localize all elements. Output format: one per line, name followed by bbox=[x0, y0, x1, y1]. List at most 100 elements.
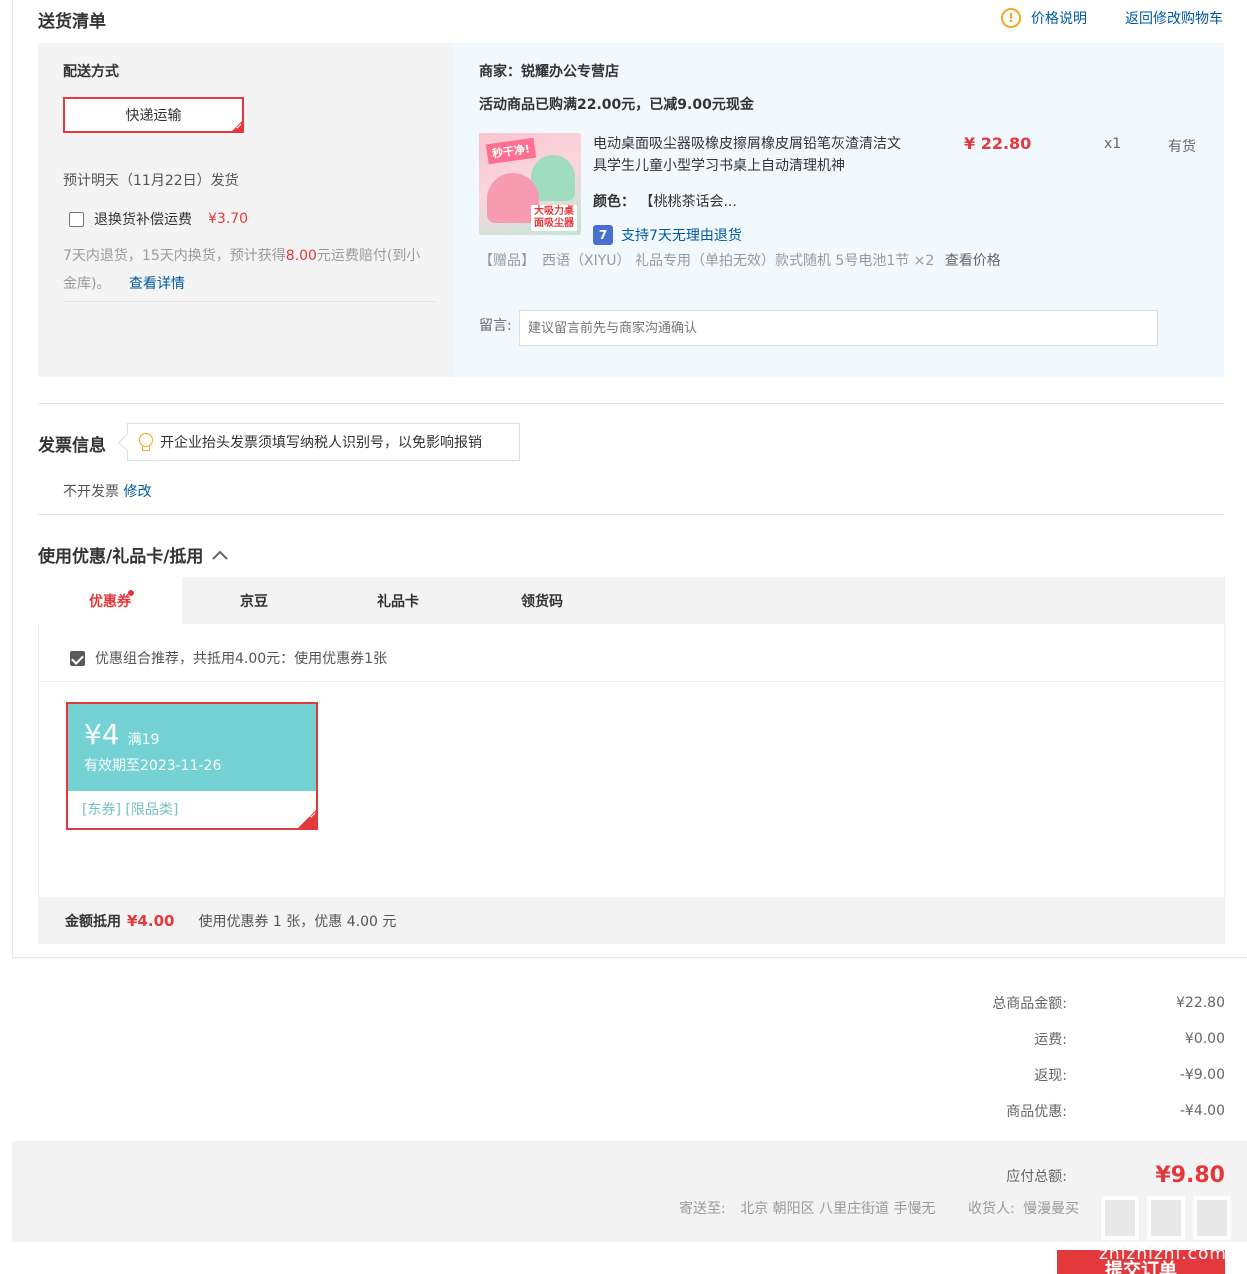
return-insurance-label: 退换货补偿运费 bbox=[94, 212, 192, 228]
total-row: 运费: ¥0.00 bbox=[905, 1021, 1225, 1057]
invoice-title: 发票信息 bbox=[38, 436, 106, 456]
new-dot-badge bbox=[128, 590, 134, 596]
selected-check-icon bbox=[296, 808, 318, 830]
coupons-title-row[interactable]: 使用优惠/礼品卡/抵用 bbox=[38, 542, 229, 567]
section-divider bbox=[38, 514, 1224, 515]
recommend-row: 优惠组合推荐，共抵用4.00元：使用优惠券1张 bbox=[70, 648, 387, 668]
tab-label: 优惠券 bbox=[89, 593, 131, 610]
amount-label: 金额抵用 bbox=[65, 913, 121, 930]
return-desc-text-2: 元运费赔付(到小 bbox=[316, 248, 421, 264]
coupon-condition: 满19 bbox=[127, 732, 160, 748]
invoice-tip-text: 开企业抬头发票须填写纳税人识别号，以免影响报销 bbox=[160, 435, 482, 451]
amount-value: ¥4.00 bbox=[127, 911, 175, 930]
seven-day-return-icon: 7 bbox=[593, 225, 613, 245]
pay-total-label: 应付总额: bbox=[1006, 1168, 1067, 1185]
coupon-card-top: ¥4 满19 有效期至2023-11-26 bbox=[68, 704, 316, 791]
tab-coupons[interactable]: 优惠券 bbox=[38, 577, 182, 624]
memo-input[interactable] bbox=[519, 310, 1158, 346]
total-value: ¥22.80 bbox=[1176, 995, 1225, 1011]
express-ship-label: 快递运输 bbox=[125, 108, 182, 124]
product-stock: 有货 bbox=[1168, 139, 1196, 155]
receiver-value: 慢漫曼买 bbox=[1023, 1201, 1080, 1217]
ship-to-label: 寄送至: bbox=[679, 1201, 726, 1217]
invoice-value-row: 不开发票 修改 bbox=[63, 481, 151, 501]
view-details-link[interactable]: 查看详情 bbox=[129, 276, 185, 292]
coupon-card[interactable]: ¥4 满19 有效期至2023-11-26 [东券] [限品类] bbox=[66, 702, 318, 830]
pay-total-value: ¥9.80 bbox=[1155, 1163, 1225, 1188]
return-insurance-desc: 7天内退货，15天内换货，预计获得8.00元运费赔付(到小 金库)。 查看详情 bbox=[63, 242, 443, 298]
total-value: -¥9.00 bbox=[1179, 1067, 1225, 1083]
price-note-link[interactable]: 价格说明 bbox=[1031, 8, 1087, 28]
recommend-label: 优惠组合推荐，共抵用4.00元：使用优惠券1张 bbox=[95, 651, 388, 667]
tab-redeem-code[interactable]: 领货码 bbox=[470, 577, 614, 624]
tab-gift-card[interactable]: 礼品卡 bbox=[326, 577, 470, 624]
express-ship-button[interactable]: 快递运输 bbox=[63, 97, 244, 133]
view-price-link[interactable]: 查看价格 bbox=[945, 253, 1001, 269]
coupon-tabs: 优惠券 京豆 礼品卡 领货码 bbox=[38, 577, 1225, 624]
total-row: 商品优惠: -¥4.00 bbox=[905, 1093, 1225, 1129]
product-qty: x1 bbox=[1104, 136, 1122, 152]
tab-label: 礼品卡 bbox=[377, 593, 419, 610]
gift-row: 【赠品】 西语（XIYU） 礼品专用（单拍无效）款式随机 5号电池1节 ×2 查… bbox=[479, 250, 1001, 270]
ship-to-value: 北京 朝阳区 八里庄街道 手慢无 bbox=[740, 1201, 936, 1217]
coupon-tags: [东券] [限品类] bbox=[82, 802, 179, 818]
product-name-link[interactable]: 电动桌面吸尘器吸橡皮擦屑橡皮屑铅笔灰渣清洁文具学生儿童小型学习书桌上自动清理机神 bbox=[593, 133, 903, 177]
total-label: 返现: bbox=[1034, 1068, 1067, 1084]
order-totals: 总商品金额: ¥22.80 运费: ¥0.00 返现: -¥9.00 商品优惠: -¥4… bbox=[905, 985, 1225, 1129]
invoice-edit-link[interactable]: 修改 bbox=[123, 484, 151, 500]
chevron-up-icon bbox=[212, 550, 229, 560]
return-desc-text-3: 金库)。 bbox=[63, 276, 111, 292]
return-desc-text: 7天内退货，15天内换货，预计获得 bbox=[63, 248, 286, 264]
total-row: 返现: -¥9.00 bbox=[905, 1057, 1225, 1093]
invoice-value: 不开发票 bbox=[63, 484, 119, 500]
product-image-banner: 秒干净! bbox=[485, 137, 537, 165]
invoice-tip: 开企业抬头发票须填写纳税人识别号，以免影响报销 bbox=[127, 423, 520, 461]
back-to-cart-link[interactable]: 返回修改购物车 bbox=[1125, 8, 1223, 28]
total-row: 总商品金额: ¥22.80 bbox=[905, 985, 1225, 1021]
coupon-validity: 有效期至2023-11-26 bbox=[84, 758, 222, 774]
total-label: 商品优惠: bbox=[1006, 1104, 1067, 1120]
watermark-text: zhizhizhi.com bbox=[1099, 1244, 1227, 1264]
recommend-checkbox[interactable] bbox=[70, 650, 85, 666]
amount-desc: 使用优惠券 1 张，优惠 4.00 元 bbox=[198, 913, 397, 930]
memo-label: 留言: bbox=[479, 318, 512, 334]
total-value: -¥4.00 bbox=[1179, 1103, 1225, 1119]
watermark-glyph bbox=[1193, 1196, 1231, 1240]
watermark-logo: zhizhizhi.com bbox=[1097, 1196, 1239, 1266]
ship-estimate: 预计明天（11月22日）发货 bbox=[63, 173, 239, 189]
amount-bar: 金额抵用 ¥4.00 使用优惠券 1 张，优惠 4.00 元 bbox=[38, 897, 1225, 944]
return-desc-amount: 8.00 bbox=[285, 248, 317, 264]
seller-name: 商家：锐耀办公专营店 bbox=[479, 64, 619, 80]
gift-text: 【赠品】 西语（XIYU） 礼品专用（单拍无效）款式随机 5号电池1节 ×2 bbox=[479, 253, 935, 269]
total-label: 总商品金额: bbox=[992, 996, 1067, 1012]
receiver-label: 收货人: bbox=[967, 1201, 1015, 1217]
product-color: 颜色： 【桃桃茶话会... bbox=[593, 191, 737, 211]
address-row: 寄送至: 北京 朝阳区 八里庄街道 手慢无 收货人: 慢漫曼买 bbox=[679, 1198, 1079, 1218]
promo-text: 活动商品已购满22.00元，已减9.00元现金 bbox=[479, 97, 754, 113]
header-links: ! 价格说明 返回修改购物车 bbox=[1001, 8, 1223, 28]
total-label: 运费: bbox=[1034, 1032, 1067, 1048]
section-divider bbox=[38, 403, 1224, 404]
checkout-footer: 应付总额: ¥9.80 寄送至: 北京 朝阳区 八里庄街道 手慢无 收货人: 慢… bbox=[12, 1141, 1247, 1242]
coupon-divider bbox=[39, 681, 1224, 682]
ship-method-label: 配送方式 bbox=[63, 64, 119, 80]
tab-jd-beans[interactable]: 京豆 bbox=[182, 577, 326, 624]
delivery-title: 送货清单 bbox=[38, 12, 106, 32]
product-panel: 商家：锐耀办公专营店 活动商品已购满22.00元，已减9.00元现金 秒干净! … bbox=[453, 43, 1224, 377]
return-insurance-checkbox[interactable] bbox=[69, 211, 84, 227]
product-price: ¥ 22.80 bbox=[964, 134, 1032, 153]
coupons-title: 使用优惠/礼品卡/抵用 bbox=[38, 547, 204, 567]
pay-total-row: 应付总额: ¥9.80 bbox=[1006, 1163, 1225, 1188]
coupon-area: 优惠组合推荐，共抵用4.00元：使用优惠券1张 ¥4 满19 有效期至2023-1… bbox=[38, 624, 1225, 897]
watermark-glyph bbox=[1147, 1196, 1185, 1240]
watermark-glyph bbox=[1101, 1196, 1139, 1240]
total-value: ¥0.00 bbox=[1184, 1031, 1225, 1047]
coupon-amount: ¥4 bbox=[84, 718, 120, 751]
tab-label: 京豆 bbox=[240, 593, 268, 610]
lightbulb-icon bbox=[138, 433, 153, 451]
return-badge: 7 支持7天无理由退货 bbox=[593, 225, 742, 245]
return-insurance-price: ¥3.70 bbox=[208, 211, 249, 227]
product-image[interactable]: 秒干净! 大吸力桌面吸尘器 bbox=[479, 133, 581, 235]
color-label: 颜色： bbox=[593, 194, 635, 210]
panel-divider bbox=[63, 301, 437, 302]
